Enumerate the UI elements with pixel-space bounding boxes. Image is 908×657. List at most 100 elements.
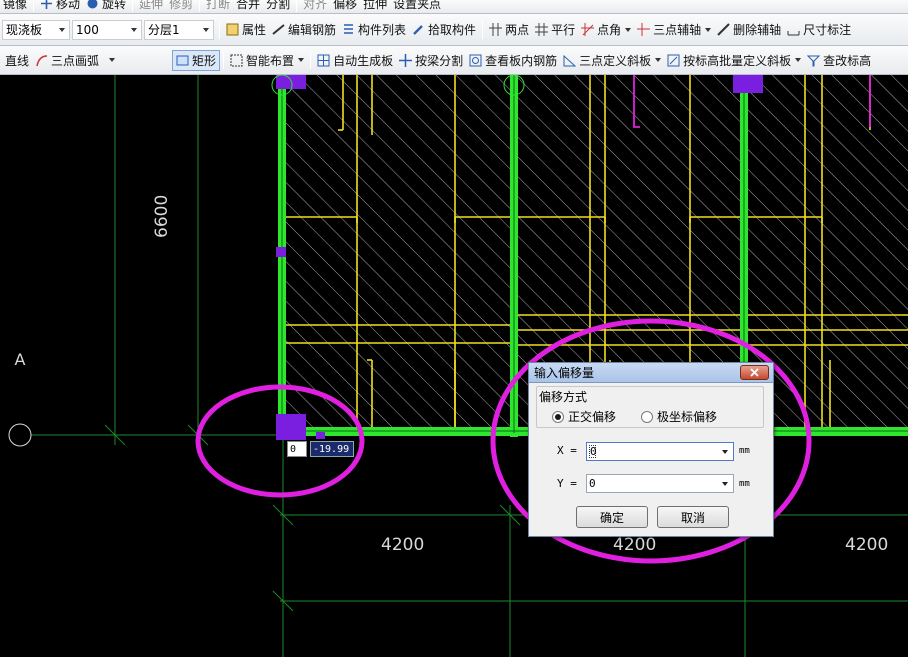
separator xyxy=(219,20,220,39)
dialog-titlebar: 输入偏移量 xyxy=(529,363,773,383)
rotate-icon xyxy=(86,0,99,10)
tool-break[interactable]: 打断 xyxy=(203,0,233,13)
separator xyxy=(482,20,484,39)
three-point-axis-button[interactable]: 三点辅轴 xyxy=(634,19,714,41)
grid-icon xyxy=(317,54,330,67)
tool-offset[interactable]: 偏移 xyxy=(330,0,360,13)
tool-trim[interactable]: 修剪 xyxy=(166,0,196,13)
chevron-down-icon[interactable] xyxy=(722,482,728,486)
component-list-button[interactable]: 构件列表 xyxy=(339,19,409,41)
batch-slope-icon xyxy=(667,54,680,67)
x-offset-value: 0 xyxy=(589,445,597,458)
toolbar-draw: 直线 三点画弧 矩形 智能布置 自动生成板 按梁分割 查看板内钢筋 三点定义斜板… xyxy=(0,46,908,75)
view-rebar-icon xyxy=(469,54,482,67)
y-label: Y = xyxy=(557,477,577,490)
component-type-select[interactable]: 现浇板 xyxy=(2,19,70,40)
rectangle-button[interactable]: 矩形 xyxy=(172,49,221,71)
component-name-select[interactable]: 100 xyxy=(72,19,142,40)
ok-button[interactable]: 确定 xyxy=(576,506,648,528)
rebar-icon xyxy=(272,23,285,36)
coord-input-group: 0 -19.99 xyxy=(287,441,354,457)
batch-slope-button[interactable]: 按标高批量定义斜板 xyxy=(664,49,804,71)
dialog-title: 输入偏移量 xyxy=(534,366,595,380)
separator xyxy=(199,0,201,12)
coord-input-y[interactable]: -19.99 xyxy=(310,441,354,457)
three-point-axis-icon xyxy=(637,23,651,36)
dimension-span-1: 4200 xyxy=(381,535,425,555)
separator xyxy=(33,0,35,12)
tool-extend[interactable]: 延伸 xyxy=(136,0,166,13)
radio-dot xyxy=(641,410,653,423)
eyedropper-icon xyxy=(412,23,425,36)
x-label: X = xyxy=(557,444,577,457)
properties-button[interactable]: 属性 xyxy=(223,19,269,41)
tool-rotate[interactable]: 旋转 xyxy=(83,0,129,13)
dimension-span-3: 4200 xyxy=(845,535,889,555)
chevron-down-icon[interactable] xyxy=(722,450,728,454)
dimension-span-2: 4200 xyxy=(613,535,657,555)
layer-select[interactable]: 分层1 xyxy=(144,19,214,40)
dimension-icon xyxy=(787,23,800,36)
rectangle-icon xyxy=(176,54,189,67)
two-points-button[interactable]: 两点 xyxy=(486,19,532,41)
tool-mirror[interactable]: 镜像 xyxy=(0,0,30,13)
list-icon xyxy=(342,23,355,36)
parallel-icon xyxy=(535,23,549,36)
cancel-button[interactable]: 取消 xyxy=(657,506,729,528)
funnel-icon xyxy=(806,54,821,67)
toolbar-component: 现浇板 100 分层1 属性 编辑钢筋 构件列表 拾取构件 两点 平行 点角 三… xyxy=(0,14,908,46)
slope-icon xyxy=(563,54,577,67)
tool-stretch[interactable]: 拉伸 xyxy=(360,0,390,13)
tool-align[interactable]: 对齐 xyxy=(300,0,330,13)
split-by-beam-button[interactable]: 按梁分割 xyxy=(396,49,466,71)
parallel-button[interactable]: 平行 xyxy=(532,19,578,41)
axis-label-a: A xyxy=(14,350,26,369)
three-point-arc-button[interactable]: 三点画弧 xyxy=(32,49,118,71)
edit-rebar-button[interactable]: 编辑钢筋 xyxy=(269,19,339,41)
toolbar-edit: 镜像 移动 旋转 延伸 修剪 打断 合并 分割 对齐 偏移 拉伸 设置夹点 xyxy=(0,0,908,14)
move-icon xyxy=(40,0,53,10)
dimension-button[interactable]: 尺寸标注 xyxy=(784,19,854,41)
radio-polar[interactable]: 极坐标偏移 xyxy=(641,408,717,425)
y-offset-value: 0 xyxy=(589,477,596,490)
tool-merge[interactable]: 合并 xyxy=(233,0,263,13)
delete-axis-button[interactable]: 删除辅轴 xyxy=(714,19,784,41)
separator xyxy=(223,51,225,69)
tool-set-grip[interactable]: 设置夹点 xyxy=(390,0,444,13)
slab-hatch xyxy=(285,75,510,427)
view-slab-rebar-button[interactable]: 查看板内钢筋 xyxy=(466,49,560,71)
line-button[interactable]: 直线 xyxy=(2,49,32,71)
separator xyxy=(310,51,312,69)
radio-orthogonal-label: 正交偏移 xyxy=(568,410,617,424)
coord-input-x[interactable]: 0 xyxy=(287,441,307,457)
y-offset-field[interactable]: 0 xyxy=(586,474,734,493)
point-angle-icon xyxy=(581,23,595,36)
two-points-icon xyxy=(489,23,503,36)
separator xyxy=(132,0,134,12)
auto-generate-slab-button[interactable]: 自动生成板 xyxy=(314,49,396,71)
smart-layout-button[interactable]: 智能布置 xyxy=(227,49,307,71)
separator xyxy=(296,0,298,12)
delete-axis-icon xyxy=(717,23,730,36)
split-icon xyxy=(399,53,413,67)
close-icon xyxy=(750,368,759,377)
smart-layout-icon xyxy=(230,54,243,67)
pick-component-button[interactable]: 拾取构件 xyxy=(409,19,479,41)
x-unit: mm xyxy=(739,446,750,456)
radio-polar-label: 极坐标偏移 xyxy=(657,410,718,424)
x-offset-field[interactable]: 0 xyxy=(586,442,734,461)
dimension-vertical: 6600 xyxy=(152,194,172,238)
dialog-close-button[interactable] xyxy=(740,365,769,380)
tool-move[interactable]: 移动 xyxy=(37,0,83,13)
modify-elevation-button[interactable]: 查改标高 xyxy=(804,49,874,71)
offset-dialog: 输入偏移量 偏移方式 正交偏移 极坐标偏移 X = 0 mm Y = 0 mm … xyxy=(528,362,774,537)
axis-bubble xyxy=(8,423,32,447)
offset-mode-label: 偏移方式 xyxy=(537,388,590,405)
point-angle-button[interactable]: 点角 xyxy=(578,19,634,41)
radio-orthogonal[interactable]: 正交偏移 xyxy=(552,408,616,425)
three-point-slope-button[interactable]: 三点定义斜板 xyxy=(560,49,664,71)
y-unit: mm xyxy=(739,479,750,489)
radio-dot xyxy=(552,410,564,423)
properties-icon xyxy=(226,23,239,36)
tool-split[interactable]: 分割 xyxy=(263,0,293,13)
